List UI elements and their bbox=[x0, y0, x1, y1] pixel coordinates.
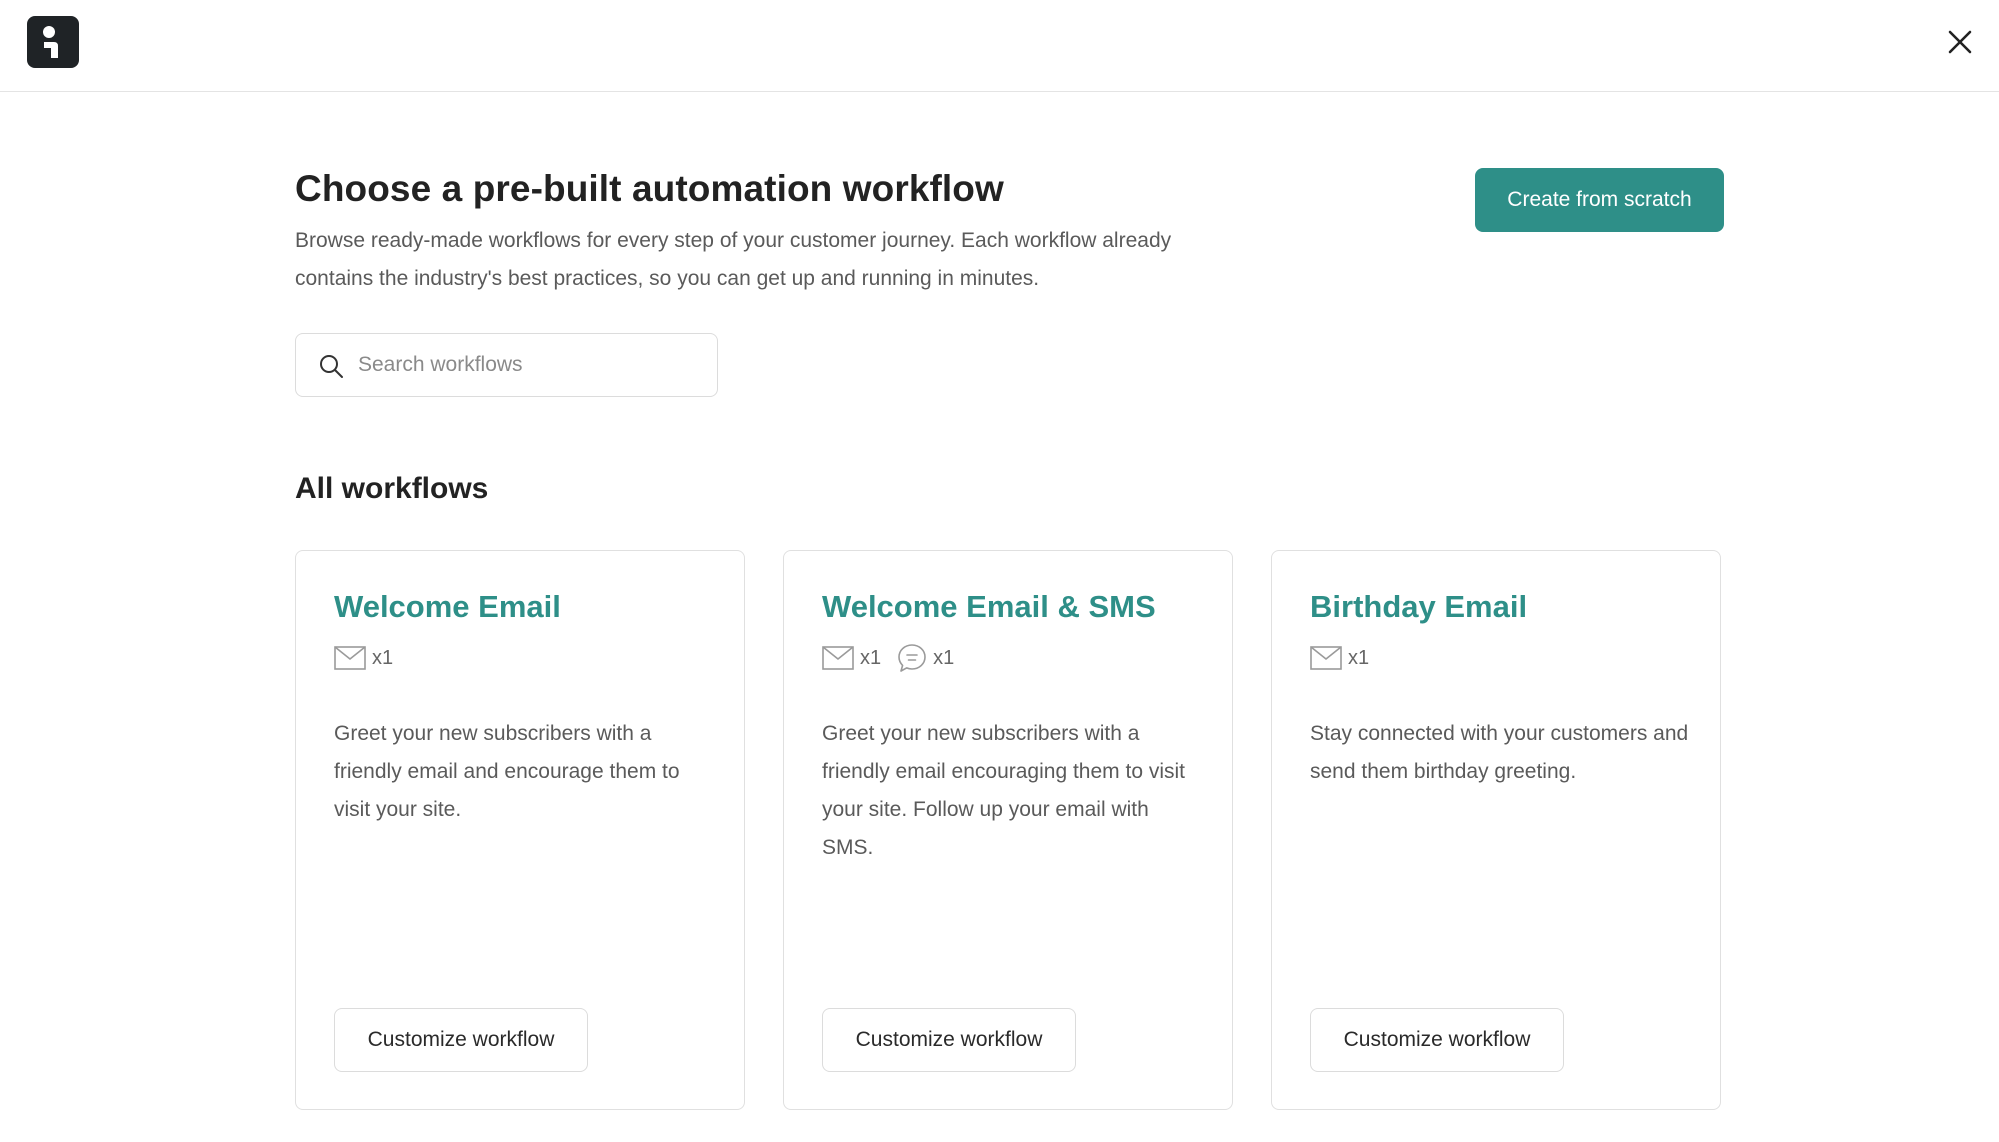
card-meta: x1 x1 bbox=[822, 643, 964, 673]
card-description: Greet your new subscribers with a friend… bbox=[334, 722, 680, 821]
workflow-card-welcome-email: Welcome Email x1 Greet your new subscrib… bbox=[295, 550, 745, 1110]
search-input[interactable] bbox=[358, 334, 708, 396]
email-count: x1 bbox=[860, 646, 882, 669]
customize-workflow-button[interactable]: Customize workflow bbox=[334, 1008, 588, 1072]
card-meta: x1 bbox=[334, 643, 403, 673]
section-title: All workflows bbox=[295, 472, 489, 505]
customize-workflow-button[interactable]: Customize workflow bbox=[822, 1008, 1076, 1072]
search-icon bbox=[320, 355, 343, 378]
envelope-icon bbox=[822, 646, 854, 670]
email-count: x1 bbox=[372, 646, 394, 669]
top-bar bbox=[0, 0, 1999, 92]
card-meta: x1 bbox=[1310, 643, 1379, 673]
card-title: Welcome Email & SMS bbox=[822, 589, 1156, 624]
search-box[interactable] bbox=[295, 333, 718, 397]
close-icon bbox=[1948, 30, 1972, 54]
page-title: Choose a pre-built automation workflow bbox=[295, 168, 1004, 209]
brand-logo-icon[interactable] bbox=[27, 16, 79, 68]
email-count: x1 bbox=[1348, 646, 1370, 669]
envelope-icon bbox=[1310, 646, 1342, 670]
envelope-icon bbox=[334, 646, 366, 670]
create-from-scratch-button[interactable]: Create from scratch bbox=[1475, 168, 1724, 232]
card-description: Greet your new subscribers with a friend… bbox=[822, 722, 1186, 859]
workflow-card-welcome-email-sms: Welcome Email & SMS x1 x1 Greet your new… bbox=[783, 550, 1233, 1110]
card-description: Stay connected with your customers and s… bbox=[1310, 722, 1689, 783]
card-title: Welcome Email bbox=[334, 589, 561, 624]
customize-workflow-button[interactable]: Customize workflow bbox=[1310, 1008, 1564, 1072]
card-title: Birthday Email bbox=[1310, 589, 1528, 624]
sms-count: x1 bbox=[933, 646, 955, 669]
workflow-card-birthday-email: Birthday Email x1 Stay connected with yo… bbox=[1271, 550, 1721, 1110]
page-description: Browse ready-made workflows for every st… bbox=[295, 229, 1172, 290]
close-button[interactable] bbox=[1940, 22, 1980, 62]
chat-bubble-icon bbox=[898, 644, 926, 672]
